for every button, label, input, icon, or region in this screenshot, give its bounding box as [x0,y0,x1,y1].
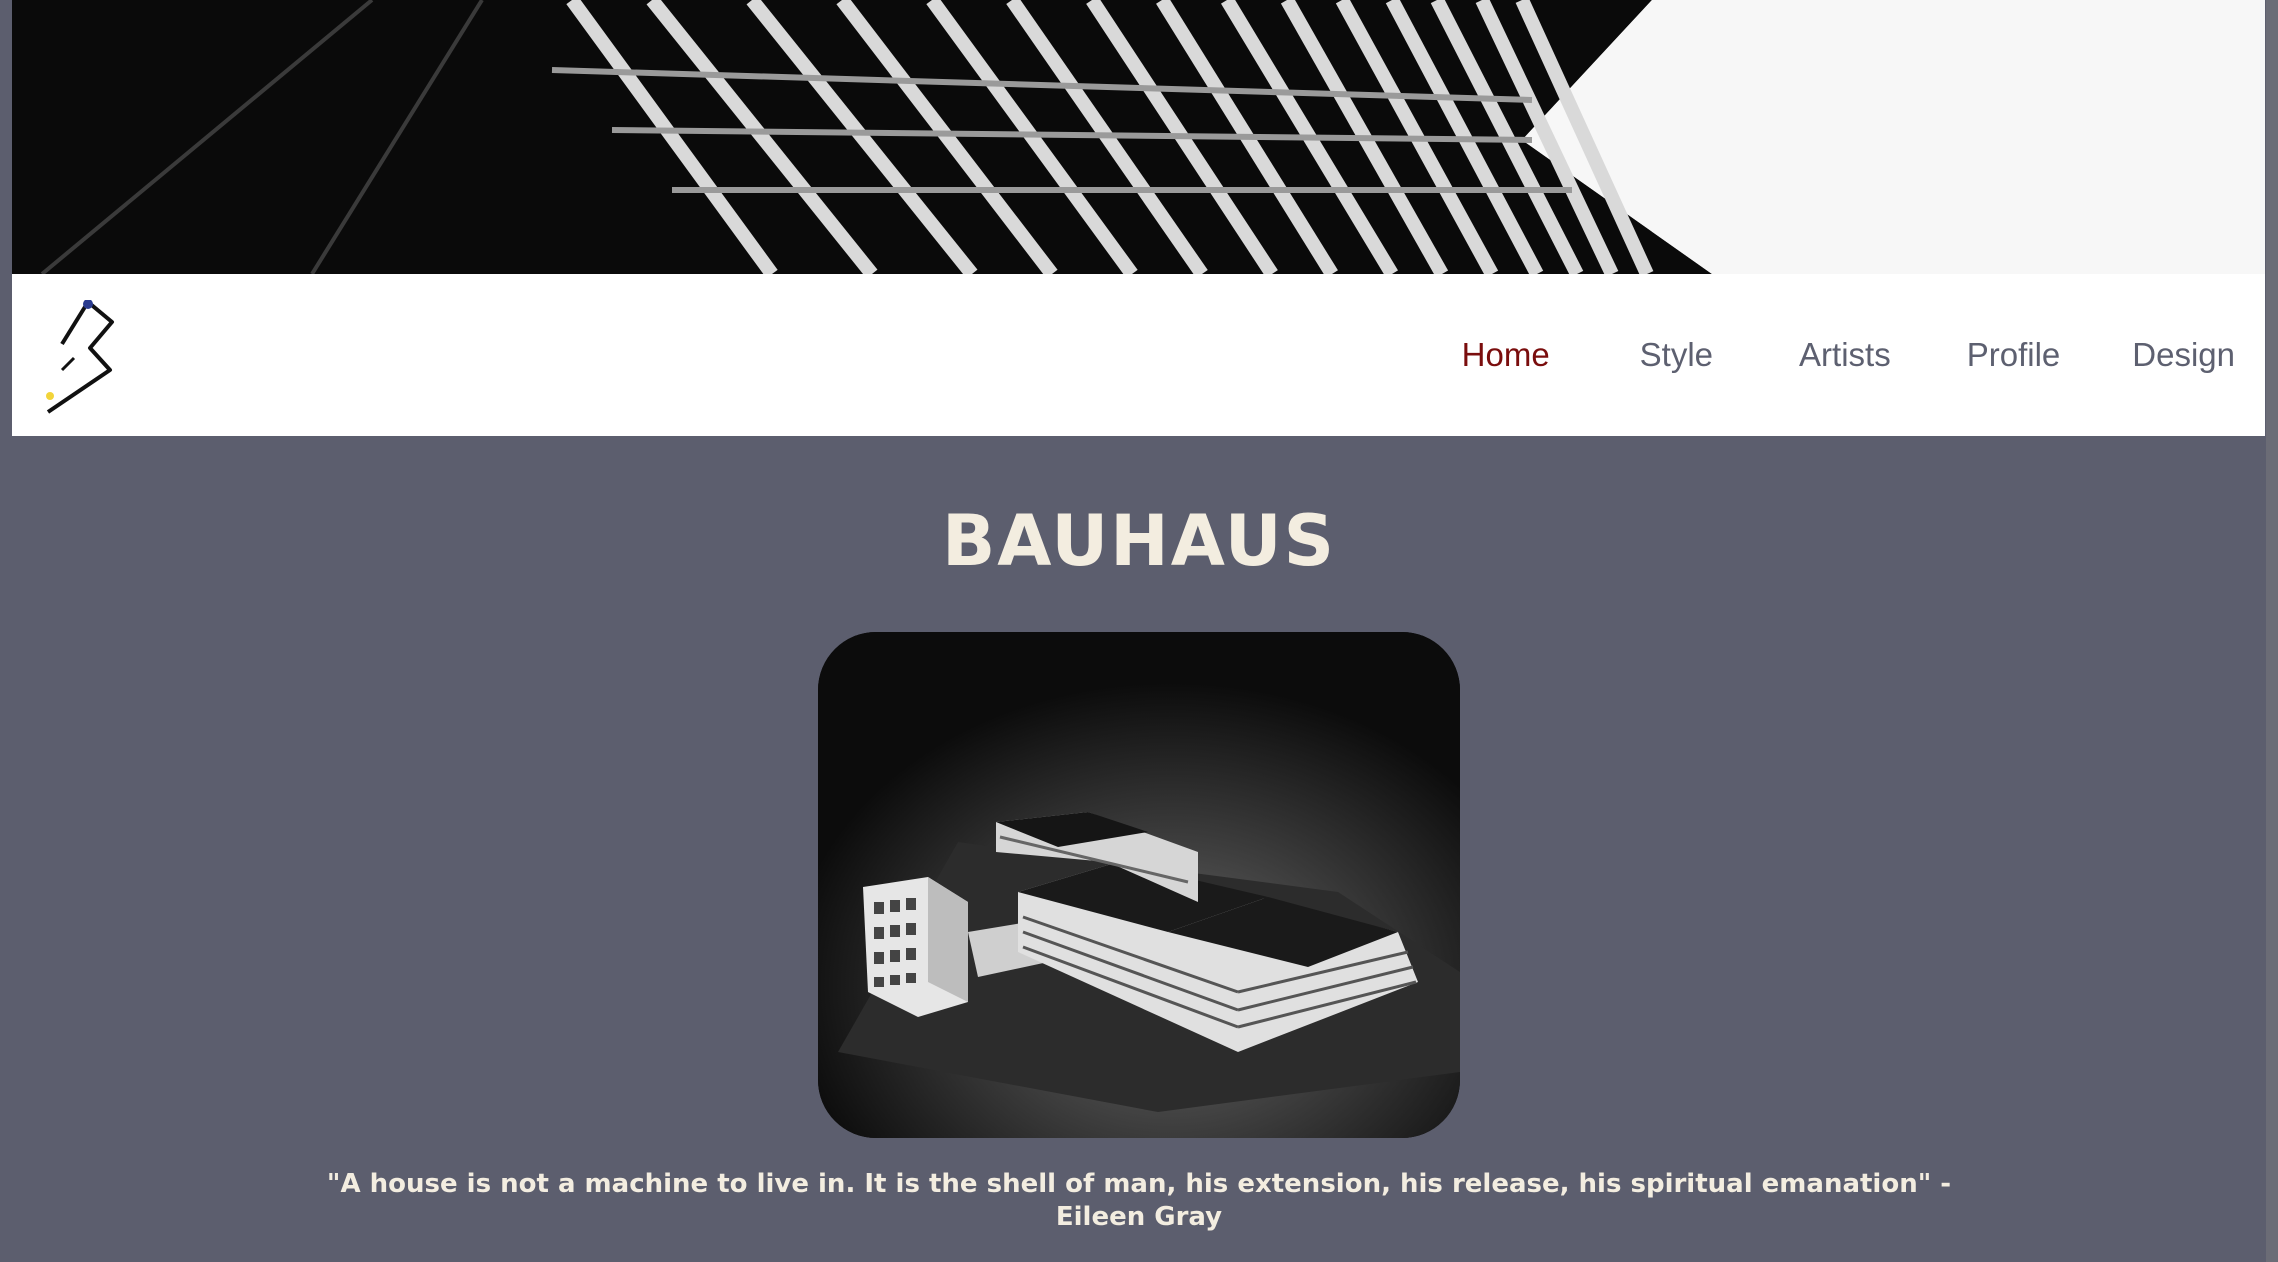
bauhaus-logo-icon[interactable] [40,299,130,416]
nav-item-artists[interactable]: Artists [1799,336,1891,374]
main-nav: Home Style Artists Profile Design [1462,274,2265,436]
scrollbar-track[interactable] [2266,0,2278,1262]
navbar: Home Style Artists Profile Design [12,274,2265,436]
hero-banner [12,0,2265,274]
quote: "A house is not a machine to live in. It… [0,1168,2278,1234]
quote-text: "A house is not a machine to live in. It… [326,1169,1952,1199]
page-title: BAUHAUS [941,500,1337,582]
hero-architecture-image [12,0,2265,274]
nav-item-design[interactable]: Design [2132,336,2235,374]
quote-author: Eileen Gray [1055,1202,1223,1232]
nav-item-home[interactable]: Home [1462,336,1550,374]
nav-item-style[interactable]: Style [1640,336,1713,374]
page: Home Style Artists Profile Design BAUHAU… [0,0,2278,1262]
bauhaus-building-model-photo [818,632,1460,1138]
nav-item-profile[interactable]: Profile [1967,336,2061,374]
